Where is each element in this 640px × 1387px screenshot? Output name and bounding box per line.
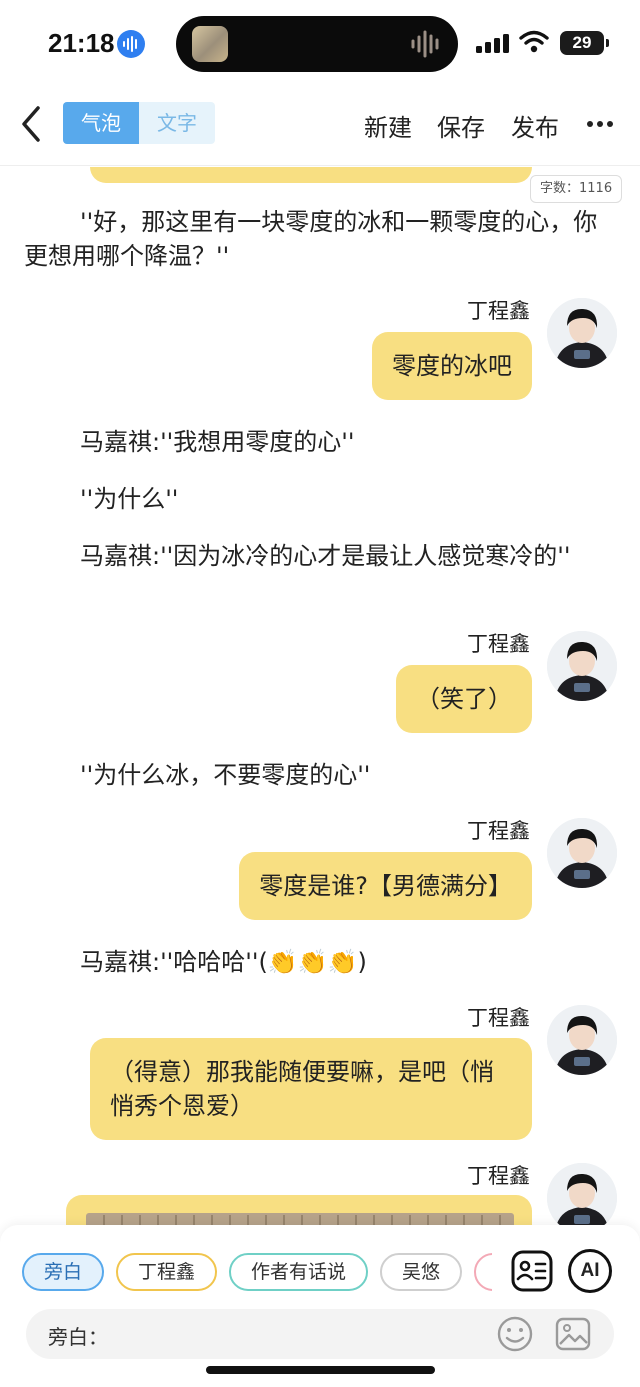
speaker-name: 丁程鑫 [467, 1164, 530, 1188]
signal-icon [476, 34, 509, 53]
chat-scroll-area[interactable]: 字数：1116 ''好，那这里有一块零度的冰和一颗零度的心，你更想用哪个降温？'… [0, 167, 640, 1225]
input-role-label: 旁白： [48, 1325, 108, 1349]
speaker-name: 丁程鑫 [467, 1006, 530, 1030]
tab-text[interactable]: 文字 [139, 102, 215, 144]
role-chip-narration[interactable]: 旁白 [22, 1253, 105, 1291]
now-playing-thumbnail [192, 26, 228, 62]
avatar[interactable] [547, 1005, 617, 1075]
status-time: 21:18 [48, 28, 115, 58]
speaker-name: 丁程鑫 [467, 819, 530, 843]
avatar-image [547, 631, 617, 701]
narration-text[interactable]: ''为什么'' [24, 482, 604, 516]
avatar[interactable] [547, 1163, 617, 1225]
avatar[interactable] [547, 631, 617, 701]
narration-input[interactable]: 旁白： [26, 1309, 614, 1359]
role-chip-wu[interactable]: 吴悠 [380, 1253, 463, 1291]
battery-tip [606, 39, 609, 47]
speaker-name: 丁程鑫 [467, 632, 530, 656]
message-bubble[interactable]: 零度是谁?【男德满分】 [239, 852, 532, 920]
more-icon[interactable] [586, 120, 614, 128]
narration-text[interactable]: ''为什么冰，不要零度的心'' [24, 758, 604, 792]
dynamic-island [176, 16, 458, 72]
message-bubble-partial[interactable] [90, 167, 532, 183]
image-message-content [86, 1213, 514, 1225]
narration-text[interactable]: 马嘉祺:''哈哈哈''(👏👏👏) [24, 945, 604, 979]
role-chip-yan[interactable]: 颜 [474, 1253, 492, 1291]
message-bubble[interactable]: （得意）那我能随便要嘛，是吧（悄悄秀个恩爱） [90, 1038, 532, 1140]
avatar-image [547, 1005, 617, 1075]
role-chip-author-note[interactable]: 作者有话说 [229, 1253, 369, 1291]
avatar[interactable] [547, 818, 617, 888]
wifi-icon [519, 30, 549, 53]
narration-text[interactable]: ''好，那这里有一块零度的冰和一颗零度的心，你更想用哪个降温？'' [24, 205, 604, 273]
message-bubble[interactable]: 零度的冰吧 [372, 332, 532, 400]
profile-card-icon[interactable] [510, 1249, 554, 1293]
composer-panel: 旁白丁程鑫作者有话说吴悠颜 AI 旁白： [0, 1225, 640, 1387]
role-chip-list[interactable]: 旁白丁程鑫作者有话说吴悠颜 [22, 1253, 492, 1293]
role-chip-ding[interactable]: 丁程鑫 [116, 1253, 218, 1291]
word-count-badge: 字数：1116 [530, 175, 623, 203]
audio-wave-icon [411, 30, 439, 58]
message-bubble[interactable]: （笑了） [396, 665, 532, 733]
avatar[interactable] [547, 298, 617, 368]
battery-indicator: 29 [560, 31, 604, 55]
avatar-image [547, 298, 617, 368]
back-chevron-icon[interactable] [18, 104, 48, 144]
new-button[interactable]: 新建 [364, 108, 412, 143]
narration-text[interactable]: 马嘉祺:''我想用零度的心'' [24, 425, 604, 459]
image-message-bubble[interactable] [66, 1195, 532, 1225]
avatar-image [547, 818, 617, 888]
mode-segmented-control: 气泡 文字 [63, 102, 215, 144]
avatar-image [547, 1163, 617, 1225]
publish-button[interactable]: 发布 [511, 108, 559, 143]
status-bar: 21:18 29 [0, 0, 640, 90]
narration-text[interactable]: 马嘉祺:''因为冰冷的心才是最让人感觉寒冷的'' [24, 539, 604, 573]
image-icon[interactable] [554, 1315, 592, 1353]
emoji-icon[interactable] [496, 1315, 534, 1353]
ai-icon[interactable]: AI [568, 1249, 612, 1293]
tab-bubble[interactable]: 气泡 [63, 102, 139, 144]
speaker-name: 丁程鑫 [467, 299, 530, 323]
audio-wave-icon [117, 30, 145, 58]
save-button[interactable]: 保存 [437, 108, 485, 143]
editor-toolbar: 气泡 文字 新建 保存 发布 [0, 90, 640, 166]
home-indicator [206, 1366, 435, 1374]
